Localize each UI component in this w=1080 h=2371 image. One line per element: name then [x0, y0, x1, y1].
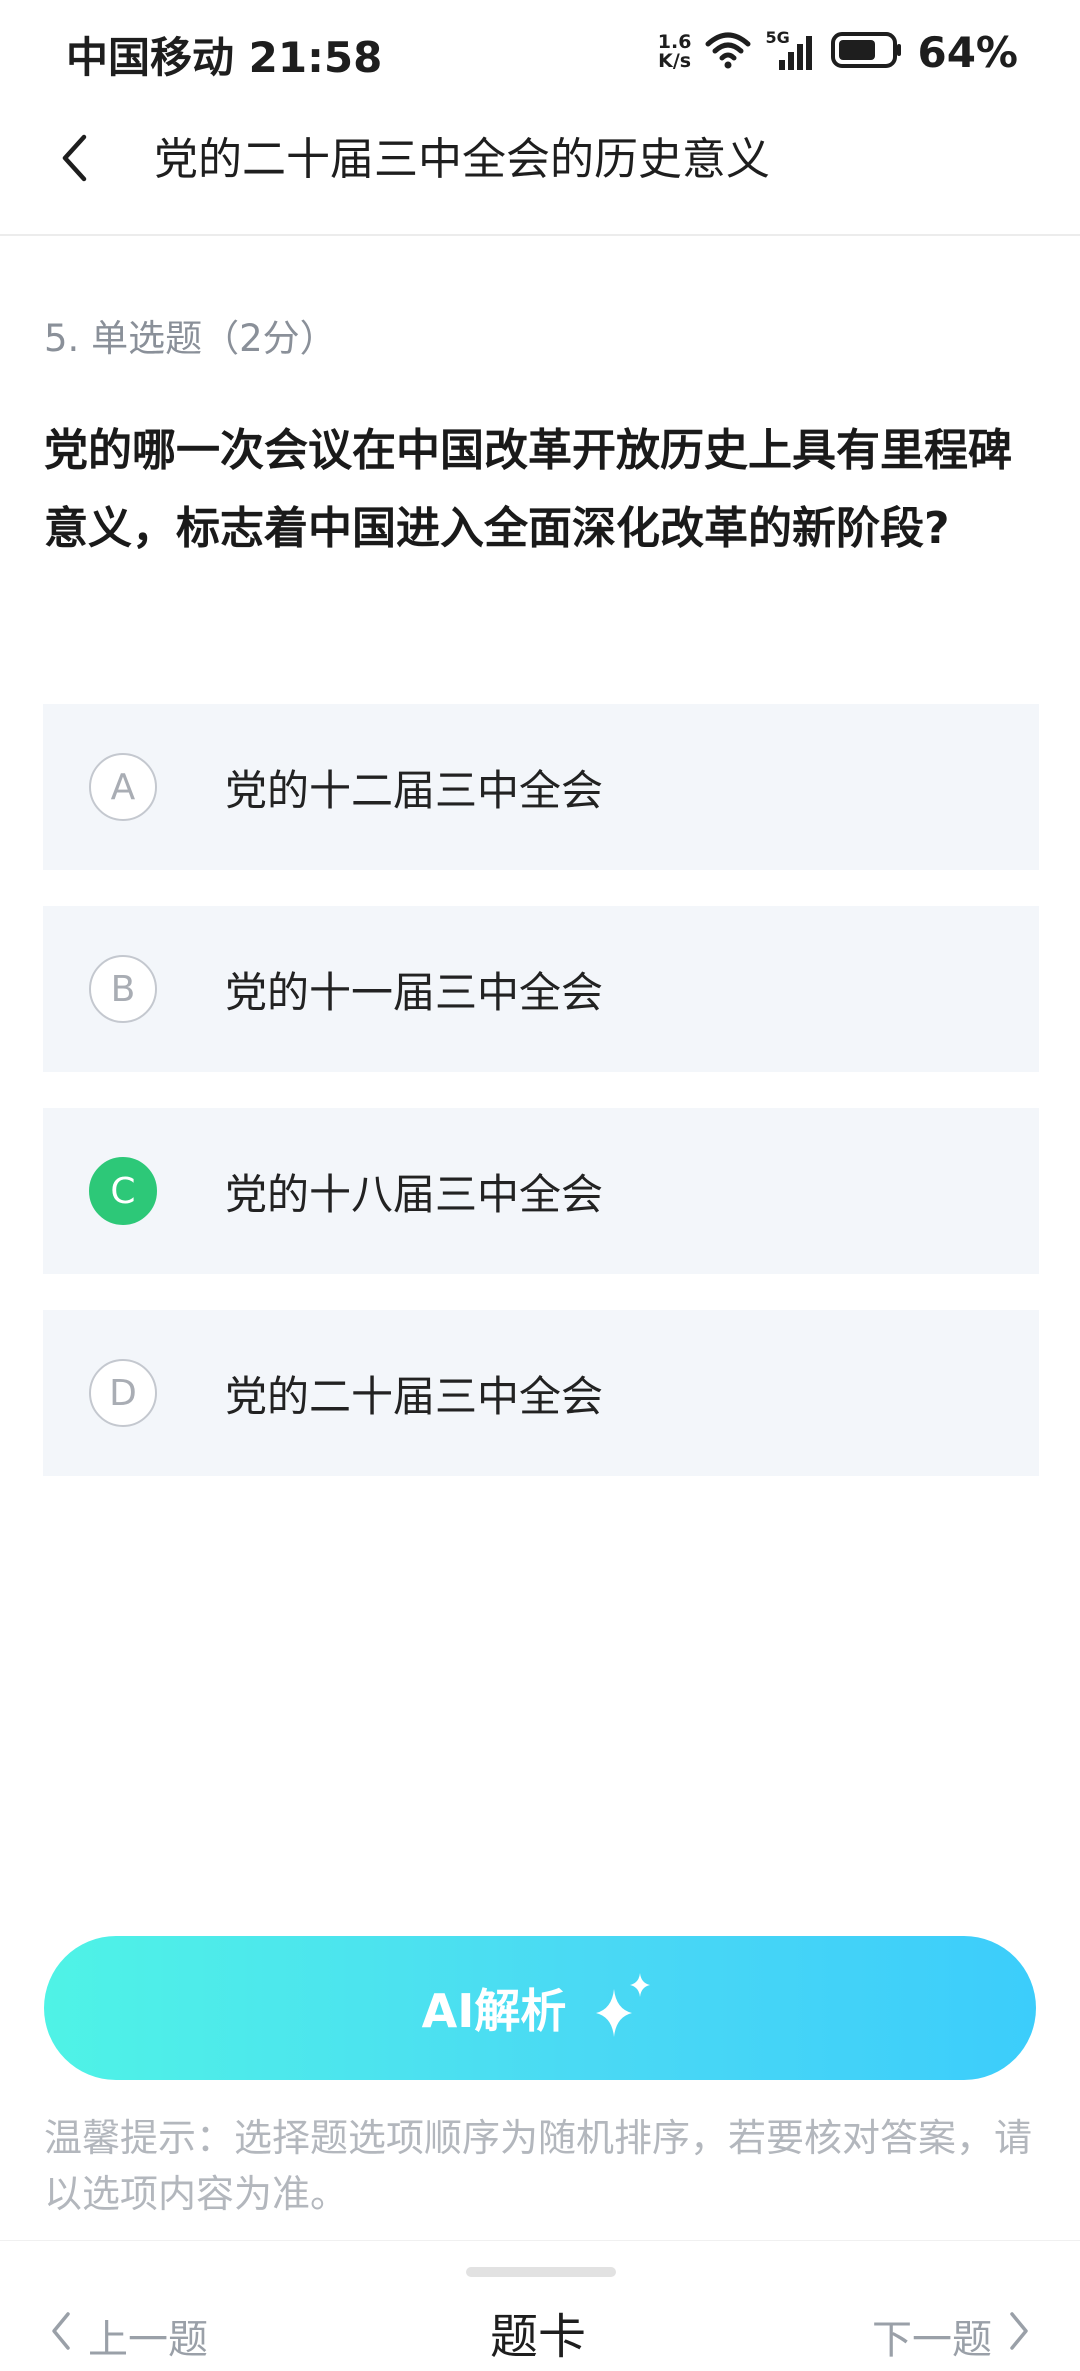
- battery-icon: [831, 31, 903, 73]
- option-text: 党的十二届三中全会: [225, 765, 604, 815]
- tip-text: 温馨提示：选择题选项顺序为随机排序，若要核对答案，请以选项内容为准。: [44, 2116, 1033, 2216]
- option-letter-badge: A: [89, 753, 157, 821]
- status-bar: 中国移动 21:58 1.6 K/s 5G 64%: [0, 0, 1080, 100]
- option-d[interactable]: D 党的二十届三中全会: [43, 1310, 1039, 1476]
- option-a[interactable]: A 党的十二届三中全会: [43, 704, 1039, 870]
- chevron-left-icon: [59, 133, 89, 187]
- option-c[interactable]: C 党的十八届三中全会: [43, 1108, 1039, 1274]
- option-letter-badge: B: [89, 955, 157, 1023]
- wifi-icon: [705, 30, 751, 74]
- status-icons: 1.6 K/s 5G 64%: [658, 22, 1018, 82]
- question-text: 党的哪一次会议在中国改革开放历史上具有里程碑意义，标志着中国进入全面深化改革的新…: [44, 425, 1012, 554]
- next-question-button[interactable]: 下一题: [872, 2307, 1030, 2365]
- option-letter-badge: D: [89, 1359, 157, 1427]
- nav-bar: 党的二十届三中全会的历史意义: [0, 100, 1080, 236]
- network-speed-unit: K/s: [658, 50, 692, 72]
- carrier-time: 中国移动 21:58: [66, 33, 383, 82]
- options-list: A 党的十二届三中全会 B 党的十一届三中全会 C 党的十八届三中全会 D 党的…: [43, 704, 1039, 1512]
- bottom-nav: 上一题 题卡 下一题: [0, 2240, 1080, 2371]
- next-question-label: 下一题: [872, 2317, 992, 2363]
- ai-analysis-label: AI解析: [421, 1984, 567, 2038]
- option-letter-badge-selected: C: [89, 1157, 157, 1225]
- back-button[interactable]: [44, 120, 104, 200]
- ai-analysis-button[interactable]: AI解析: [44, 1936, 1036, 2080]
- question-meta: 5. 单选题（2分）: [44, 317, 337, 360]
- cellular-signal-icon: 5G: [765, 28, 817, 74]
- option-text: 党的二十届三中全会: [225, 1371, 604, 1421]
- chevron-left-icon: [50, 2311, 72, 2361]
- drag-handle[interactable]: [466, 2267, 616, 2277]
- option-text: 党的十八届三中全会: [225, 1169, 604, 1219]
- prev-question-button[interactable]: 上一题: [50, 2307, 208, 2365]
- sparkle-icon: [588, 1971, 658, 2045]
- question-card-button[interactable]: 题卡: [490, 2297, 586, 2367]
- chevron-right-icon: [1008, 2311, 1030, 2361]
- option-b[interactable]: B 党的十一届三中全会: [43, 906, 1039, 1072]
- option-text: 党的十一届三中全会: [225, 967, 604, 1017]
- prev-question-label: 上一题: [88, 2317, 208, 2363]
- battery-percent: 64%: [917, 27, 1018, 77]
- page-title: 党的二十届三中全会的历史意义: [154, 134, 770, 185]
- network-speed: 1.6 K/s: [658, 33, 692, 71]
